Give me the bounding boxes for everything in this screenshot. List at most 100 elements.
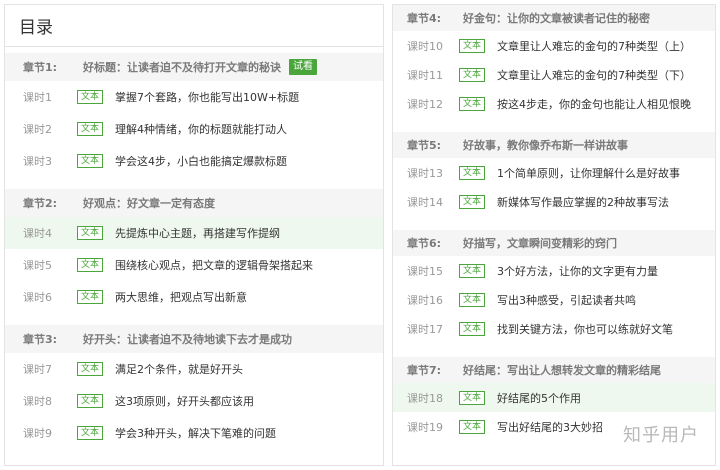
lesson-title: 1个简单原则，让你理解什么是好故事 [497,166,681,180]
lesson-title: 学会3种开头，解决下笔难的问题 [115,427,277,440]
chapter-label: 章节3: [23,333,58,346]
text-type-tag: 文本 [459,263,486,278]
lesson-row-9[interactable]: 课时9 文本 学会3种开头，解决下笔难的问题 [5,417,383,449]
lesson-title: 掌握7个套路，你也能写出10W+标题 [115,91,300,104]
chapter-6-header[interactable]: 章节6: 好描写，文章瞬间变精彩的窍门 [393,230,715,256]
lesson-label: 课时6 [23,291,52,304]
lesson-label: 课时10 [407,39,443,53]
text-type-tag: 文本 [77,90,104,104]
lesson-row-2[interactable]: 课时2 文本 理解4种情绪，你的标题就能打动人 [5,113,383,145]
lesson-title: 写出好结尾的3大妙招 [497,420,604,434]
lesson-title: 先提炼中心主题，再搭建写作提纲 [115,227,281,240]
chapter-label: 章节1: [23,61,58,74]
lesson-row-12[interactable]: 课时12 文本 按这4步走，你的金句也能让人相见恨晚 [393,89,715,118]
lesson-row-5[interactable]: 课时5 文本 围绕核心观点，把文章的逻辑骨架搭起来 [5,249,383,281]
text-type-tag: 文本 [77,154,104,168]
chapter-5-header[interactable]: 章节5: 好故事，教你像乔布斯一样讲故事 [393,132,715,158]
lesson-title: 文章里让人难忘的金句的7种类型（下） [497,68,692,82]
lesson-label: 课时4 [23,227,52,240]
chapter-label: 章节6: [407,237,442,250]
chapter-7-header[interactable]: 章节7: 好结尾：写出让人想转发文章的精彩结尾 [393,357,715,383]
text-type-tag: 文本 [77,290,104,304]
lesson-title: 理解4种情绪，你的标题就能打动人 [115,123,288,136]
lesson-label: 课时5 [23,259,52,272]
chapter-label: 章节7: [407,364,442,377]
chapter-1-header[interactable]: 章节1: 好标题：让读者迫不及待打开文章的秘诀 试看 [5,53,383,81]
chapter-3-header[interactable]: 章节3: 好开头：让读者迫不及待地读下去才是成功 [5,325,383,353]
lesson-row-8[interactable]: 课时8 文本 这3项原则，好开头都应该用 [5,385,383,417]
lesson-row-14[interactable]: 课时14 文本 新媒体写作最应掌握的2种故事写法 [393,187,715,216]
lesson-row-3[interactable]: 课时3 文本 学会这4步，小白也能搞定爆款标题 [5,145,383,177]
text-type-tag: 文本 [77,362,104,376]
lesson-row-7[interactable]: 课时7 文本 满足2个条件，就是好开头 [5,353,383,385]
chapter-title: 好观点：好文章一定有态度 [83,197,215,210]
text-type-tag: 文本 [77,426,104,440]
lesson-label: 课时2 [23,123,52,136]
lesson-label: 课时3 [23,155,52,168]
text-type-tag: 文本 [77,394,104,408]
lesson-title: 这3项原则，好开头都应该用 [115,395,255,408]
lesson-row-1[interactable]: 课时1 文本 掌握7个套路，你也能写出10W+标题 [5,81,383,113]
chapter-4-header[interactable]: 章节4: 好金句：让你的文章被读者记住的秘密 [393,5,715,31]
text-type-tag: 文本 [77,122,104,136]
lesson-title: 新媒体写作最应掌握的2种故事写法 [497,195,670,209]
lesson-label: 课时9 [23,427,52,440]
catalog-panel-right: 章节4: 好金句：让你的文章被读者记住的秘密 课时10 文本 文章里让人难忘的金… [392,4,716,466]
chapter-label: 章节5: [407,139,442,152]
lesson-title: 满足2个条件，就是好开头 [115,363,244,376]
lesson-label: 课时7 [23,363,52,376]
lesson-label: 课时1 [23,91,52,104]
lesson-row-18[interactable]: 课时18 文本 好结尾的5个作用 [393,383,715,412]
lesson-title: 学会这4步，小白也能搞定爆款标题 [115,155,288,168]
catalog-panel-left: 目录 章节1: 好标题：让读者迫不及待打开文章的秘诀 试看 课时1 文本 掌握7… [4,4,384,466]
lesson-row-6[interactable]: 课时6 文本 两大思维，把观点写出新意 [5,281,383,313]
text-type-tag: 文本 [459,390,486,405]
lesson-title: 写出3种感受，引起读者共鸣 [497,293,637,307]
trial-badge[interactable]: 试看 [289,59,317,75]
lesson-row-15[interactable]: 课时15 文本 3个好方法，让你的文字更有力量 [393,256,715,285]
lesson-label: 课时19 [407,420,443,434]
watermark-text: 知乎用户 [623,425,699,446]
lesson-title: 3个好方法，让你的文字更有力量 [497,264,659,278]
lesson-row-11[interactable]: 课时11 文本 文章里让人难忘的金句的7种类型（下） [393,60,715,89]
lesson-row-4[interactable]: 课时4 文本 先提炼中心主题，再搭建写作提纲 [5,217,383,249]
lesson-label: 课时12 [407,97,443,111]
lesson-label: 课时8 [23,395,52,408]
lesson-label: 课时17 [407,322,443,336]
lesson-title: 好结尾的5个作用 [497,391,582,405]
lesson-label: 课时18 [407,391,443,405]
lesson-label: 课时13 [407,166,443,180]
lesson-title: 两大思维，把观点写出新意 [115,291,248,304]
lesson-title: 围绕核心观点，把文章的逻辑骨架搭起来 [115,259,314,272]
chapter-label: 章节4: [407,12,442,25]
text-type-tag: 文本 [459,96,486,111]
chapter-title: 好金句：让你的文章被读者记住的秘密 [463,12,650,25]
chapter-2-header[interactable]: 章节2: 好观点：好文章一定有态度 [5,189,383,217]
chapter-title: 好开头：让读者迫不及待地读下去才是成功 [83,333,292,346]
lesson-title: 按这4步走，你的金句也能让人相见恨晚 [497,97,692,111]
text-type-tag: 文本 [77,226,104,240]
lesson-row-13[interactable]: 课时13 文本 1个简单原则，让你理解什么是好故事 [393,158,715,187]
lesson-title: 找到关键方法，你也可以练就好文笔 [497,322,674,336]
lesson-row-17[interactable]: 课时17 文本 找到关键方法，你也可以练就好文笔 [393,314,715,343]
lesson-title: 文章里让人难忘的金句的7种类型（上） [497,39,692,53]
text-type-tag: 文本 [459,292,486,307]
lesson-label: 课时14 [407,195,443,209]
chapter-title: 好结尾：写出让人想转发文章的精彩结尾 [463,364,661,377]
text-type-tag: 文本 [459,419,486,434]
chapter-title: 好故事，教你像乔布斯一样讲故事 [463,139,628,152]
text-type-tag: 文本 [459,165,486,180]
text-type-tag: 文本 [459,67,486,82]
chapter-title: 好描写，文章瞬间变精彩的窍门 [463,237,617,250]
chapter-title: 好标题：让读者迫不及待打开文章的秘诀 [83,61,281,74]
lesson-label: 课时15 [407,264,443,278]
lesson-row-16[interactable]: 课时16 文本 写出3种感受，引起读者共鸣 [393,285,715,314]
text-type-tag: 文本 [459,194,486,209]
lesson-label: 课时16 [407,293,443,307]
text-type-tag: 文本 [459,321,486,336]
lesson-row-10[interactable]: 课时10 文本 文章里让人难忘的金句的7种类型（上） [393,31,715,60]
text-type-tag: 文本 [459,38,486,53]
lesson-label: 课时11 [407,68,443,82]
text-type-tag: 文本 [77,258,104,272]
chapter-label: 章节2: [23,197,58,210]
